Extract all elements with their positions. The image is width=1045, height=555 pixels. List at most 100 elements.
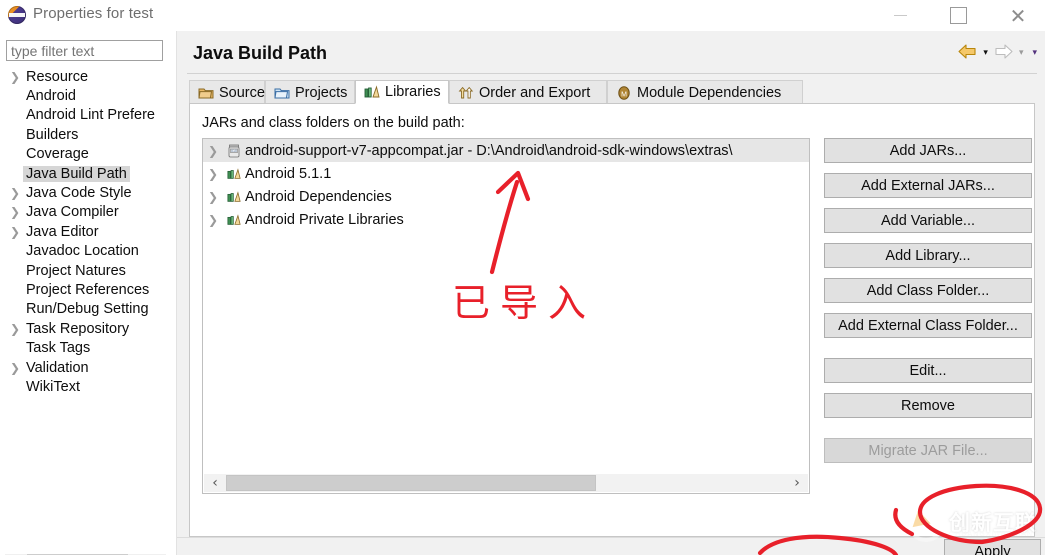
sidebar-item-android-lint-prefere[interactable]: Android Lint Prefere [0,106,176,125]
sidebar-item-resource[interactable]: ❯ Resource [0,67,176,86]
list-scroll-left-icon[interactable]: ‹ [204,475,226,491]
projects-folder-icon [274,86,290,100]
sidebar-item-label: WikiText [26,378,80,395]
sidebar-item-java-build-path[interactable]: Java Build Path [0,164,176,183]
sidebar-item-task-tags[interactable]: Task Tags [0,338,176,357]
tab-libraries[interactable]: Libraries [355,80,449,104]
sidebar-item-android[interactable]: Android [0,86,176,105]
sidebar-item-label: Task Repository [26,320,130,337]
source-folder-icon [198,86,214,100]
build-path-entry[interactable]: ❯ 010 android-support-v7-appcompat.jar - D… [203,139,809,162]
chevron-right-icon[interactable]: ❯ [10,361,26,375]
libraries-tab-panel: JARs and class folders on the build path… [189,103,1035,537]
build-path-tabs: Source Projects Libraries Order and Export M… [189,80,1035,104]
migrate-jar-file-button: Migrate JAR File... [824,438,1032,463]
sidebar-item-label: Javadoc Location [26,243,139,260]
tab-order-and-export[interactable]: Order and Export [449,80,607,104]
page-menu-caret-icon[interactable]: ▾ [1029,48,1040,58]
handwritten-note: 已导入 [452,281,597,325]
sidebar-item-label: Project Natures [26,262,126,279]
library-books-icon [225,167,243,181]
chevron-right-icon[interactable]: ❯ [208,213,225,227]
tab-projects[interactable]: Projects [265,80,355,104]
back-history-caret-icon[interactable]: ▾ [980,48,991,58]
app-window: Properties for test ✕ ❯ResourceAndroidAn… [0,0,1045,555]
forward-history-caret-icon: ▾ [1018,47,1024,58]
sidebar-item-label: Coverage [26,146,89,163]
title-divider [187,73,1037,74]
svg-text:M: M [621,91,627,98]
settings-sidebar: ❯ResourceAndroidAndroid Lint PrefereBuil… [0,31,176,555]
build-path-entry-label: Android Dependencies [245,188,392,205]
sidebar-item-builders[interactable]: Builders [0,125,176,144]
list-scroll-right-icon[interactable]: › [786,475,808,491]
tab-source[interactable]: Source [189,80,265,104]
tab-module-dependencies[interactable]: M Module Dependencies [607,80,803,104]
chevron-right-icon[interactable]: ❯ [10,225,26,239]
list-scrollbar-thumb[interactable] [226,475,596,491]
sidebar-item-coverage[interactable]: Coverage [0,145,176,164]
library-books-icon [225,190,243,204]
close-icon: ✕ [1009,3,1027,28]
sidebar-item-label: Android [26,88,76,105]
sidebar-item-project-natures[interactable]: Project Natures [0,261,176,280]
back-arrow-icon[interactable] [958,44,977,62]
chevron-right-icon[interactable]: ❯ [208,190,225,204]
build-path-entry[interactable]: ❯ Android Dependencies [203,185,809,208]
sidebar-item-run-debug-setting[interactable]: Run/Debug Setting [0,300,176,319]
chevron-right-icon[interactable]: ❯ [208,167,225,181]
build-path-entry[interactable]: ❯ Android Private Libraries [203,208,809,231]
sidebar-item-task-repository[interactable]: ❯ Task Repository [0,319,176,338]
sidebar-item-java-compiler[interactable]: ❯ Java Compiler [0,203,176,222]
minimize-button[interactable] [877,0,923,31]
sidebar-item-java-editor[interactable]: ❯ Java Editor [0,222,176,241]
remove-button[interactable]: Remove [824,393,1032,418]
add-jars-button[interactable]: Add JARs... [824,138,1032,163]
add-external-jars-button[interactable]: Add External JARs... [824,173,1032,198]
maximize-icon [949,7,967,24]
page-navigation: ▾ ▾ ▾ [958,44,1040,62]
edit-button[interactable]: Edit... [824,358,1032,383]
sidebar-item-validation[interactable]: ❯ Validation [0,358,176,377]
add-external-class-folder-button[interactable]: Add External Class Folder... [824,313,1032,338]
close-button[interactable]: ✕ [995,0,1041,31]
add-class-folder-button[interactable]: Add Class Folder... [824,278,1032,303]
sidebar-item-javadoc-location[interactable]: Javadoc Location [0,242,176,261]
tab-label: Order and Export [479,84,591,101]
dialog-bottom-bar [177,537,1045,555]
sidebar-item-label: Java Build Path [23,165,130,182]
list-horizontal-scrollbar[interactable]: ‹ › [204,474,808,492]
order-export-icon [458,86,474,100]
sidebar-item-label: Task Tags [26,340,91,357]
chevron-right-icon[interactable]: ❯ [10,322,26,336]
filter-input[interactable] [6,40,163,61]
module-dependencies-icon: M [616,85,632,100]
sidebar-item-label: Builders [26,126,79,143]
sidebar-item-label: Java Code Style [26,185,132,202]
sidebar-item-project-references[interactable]: Project References [0,280,176,299]
forward-arrow-icon [994,44,1013,62]
chevron-right-icon[interactable]: ❯ [10,186,26,200]
svg-text:010: 010 [231,148,237,152]
chevron-right-icon[interactable]: ❯ [208,144,225,158]
sidebar-item-label: Java Compiler [26,204,119,221]
add-variable-button[interactable]: Add Variable... [824,208,1032,233]
build-path-entry[interactable]: ❯ Android 5.1.1 [203,162,809,185]
sidebar-item-label: Resource [26,68,89,85]
add-library-button[interactable]: Add Library... [824,243,1032,268]
page-title: Java Build Path [193,43,328,63]
maximize-button[interactable] [935,0,981,31]
tab-label: Libraries [385,84,441,100]
chevron-right-icon[interactable]: ❯ [10,70,26,84]
jar-file-icon: 010 [225,144,243,158]
sidebar-item-wikitext[interactable]: WikiText [0,377,176,396]
apply-button[interactable]: Apply [944,539,1041,555]
build-path-entry-label: Android 5.1.1 [245,165,332,182]
sidebar-item-label: Project References [26,281,150,298]
sidebar-item-java-code-style[interactable]: ❯ Java Code Style [0,183,176,202]
build-path-entry-label: Android Private Libraries [245,211,404,228]
chevron-right-icon[interactable]: ❯ [10,205,26,219]
settings-page: Java Build Path ▾ ▾ ▾ Source Projects Libr… [177,31,1045,555]
title-bar: Properties for test ✕ [0,0,1045,31]
tab-label: Module Dependencies [637,84,782,101]
